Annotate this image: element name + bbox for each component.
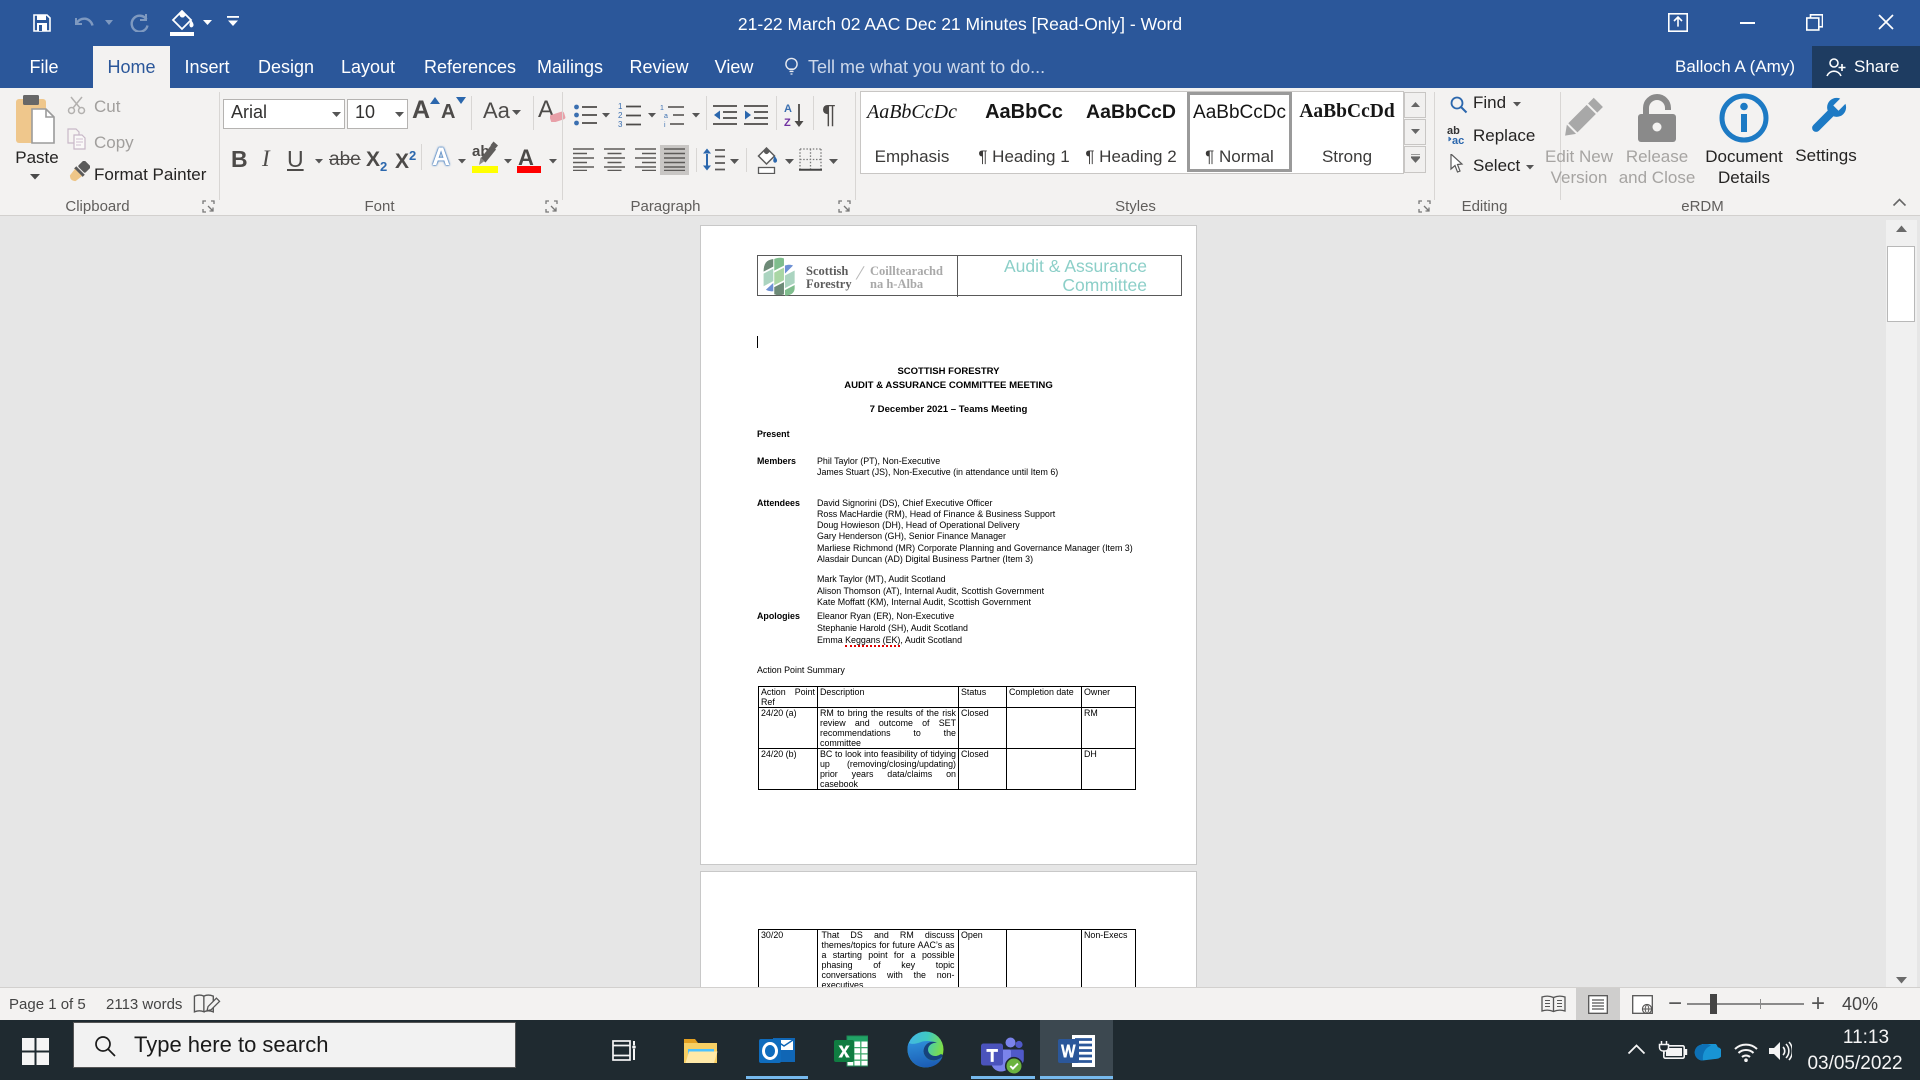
svg-text:i: i	[664, 122, 666, 128]
svg-text:1: 1	[618, 102, 623, 111]
svg-text:2: 2	[618, 111, 623, 120]
svg-text:1: 1	[660, 105, 664, 112]
svg-text:ac: ac	[1452, 135, 1464, 145]
svg-text:3: 3	[618, 120, 623, 128]
svg-text:a: a	[664, 113, 668, 120]
svg-text:Z: Z	[784, 117, 791, 128]
svg-text:A: A	[784, 103, 792, 115]
